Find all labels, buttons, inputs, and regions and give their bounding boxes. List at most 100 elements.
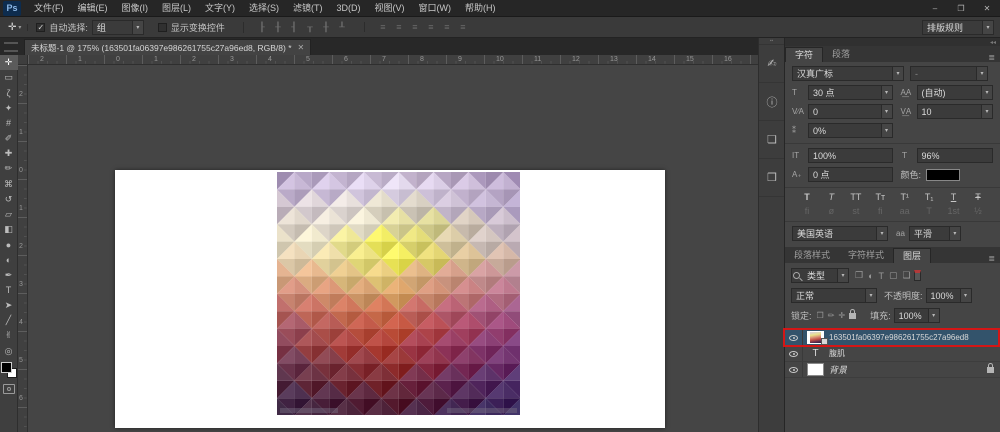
diamond-pattern-image[interactable] bbox=[277, 172, 520, 415]
font-size-field[interactable]: 30 点 ▾ bbox=[808, 85, 893, 100]
dock-properties-panel-icon[interactable]: ❏ bbox=[759, 121, 785, 159]
type-style-button-5[interactable]: T₁ bbox=[919, 192, 939, 202]
close-button[interactable]: ✕ bbox=[974, 1, 1000, 16]
type-style-button-4[interactable]: T¹ bbox=[895, 192, 915, 202]
layer-thumbnail[interactable] bbox=[807, 363, 824, 376]
menu-item-6[interactable]: 滤镜(T) bbox=[286, 0, 330, 16]
layer-visibility-toggle[interactable] bbox=[785, 330, 803, 345]
show-transform-checkbox[interactable] bbox=[158, 23, 167, 32]
document-tab[interactable]: 未标题-1 @ 175% (163501fa06397e986261755c27… bbox=[24, 39, 311, 55]
layer-filter-dropdown[interactable]: 类型 ▾ bbox=[791, 268, 849, 283]
tab-character[interactable]: 字符 bbox=[785, 47, 823, 62]
lock-all-icon[interactable] bbox=[849, 313, 856, 319]
opentype-button-3[interactable]: ﬁ bbox=[870, 206, 890, 216]
align-left-edges-icon[interactable]: ┠ bbox=[254, 22, 270, 33]
distribute-right-icon[interactable]: ≡ bbox=[455, 22, 471, 32]
align-top-edges-icon[interactable]: ┰ bbox=[302, 22, 318, 33]
quick-mask-button[interactable] bbox=[3, 384, 15, 394]
marquee-tool[interactable]: ▭ bbox=[0, 70, 18, 85]
lock-transparency-icon[interactable]: ❒ bbox=[817, 311, 824, 320]
eyedropper-tool[interactable]: ✐ bbox=[0, 131, 18, 146]
layer-visibility-toggle[interactable] bbox=[785, 346, 803, 361]
fill-field[interactable]: 100% ▾ bbox=[894, 308, 940, 323]
align-right-edges-icon[interactable]: ┨ bbox=[286, 22, 302, 33]
menu-item-0[interactable]: 文件(F) bbox=[27, 0, 71, 16]
filter-adjustment-layers-icon[interactable]: ◐ bbox=[868, 271, 873, 281]
lasso-tool[interactable]: ζ bbox=[0, 85, 18, 100]
opentype-button-5[interactable]: T bbox=[919, 206, 939, 216]
type-tool[interactable]: T bbox=[0, 283, 18, 298]
filter-smart-objects-icon[interactable]: ❑ bbox=[903, 270, 911, 281]
opentype-button-7[interactable]: ½ bbox=[968, 206, 988, 216]
type-style-button-7[interactable]: Ŧ bbox=[968, 192, 988, 202]
leading-field[interactable]: (自动) ▾ bbox=[917, 85, 994, 100]
align-vertical-centers-icon[interactable]: ╂ bbox=[318, 22, 334, 33]
layer-visibility-toggle[interactable] bbox=[785, 362, 803, 377]
gradient-tool[interactable]: ◧ bbox=[0, 222, 18, 237]
vertical-scale-field[interactable]: 100% bbox=[808, 148, 893, 163]
auto-select-dropdown[interactable]: 组 ▾ bbox=[92, 20, 144, 35]
menu-item-1[interactable]: 编辑(E) bbox=[71, 0, 115, 16]
brush-tool[interactable]: ✏ bbox=[0, 161, 18, 176]
distribute-bottom-icon[interactable]: ≡ bbox=[407, 22, 423, 32]
canvas-area[interactable]: 2101234567891011121314151617 210123456 bbox=[18, 55, 758, 432]
layer-thumbnail[interactable] bbox=[807, 331, 824, 344]
opacity-field[interactable]: 100% ▾ bbox=[926, 288, 972, 303]
tab-layers[interactable]: 图层 bbox=[893, 248, 931, 263]
lock-paint-icon[interactable]: ✏ bbox=[828, 311, 835, 320]
menu-item-4[interactable]: 文字(Y) bbox=[198, 0, 242, 16]
quick-selection-tool[interactable]: ✦ bbox=[0, 101, 18, 116]
path-selection-tool[interactable]: ➤ bbox=[0, 298, 18, 313]
menu-item-5[interactable]: 选择(S) bbox=[242, 0, 286, 16]
pen-tool[interactable]: ✒ bbox=[0, 268, 18, 283]
opentype-button-1[interactable]: ø bbox=[821, 206, 841, 216]
align-horizontal-centers-icon[interactable]: ╂ bbox=[270, 22, 286, 33]
dock-info-panel-icon[interactable]: ⓘ bbox=[759, 83, 785, 121]
dock-brush-presets-panel-icon[interactable]: ✍ bbox=[759, 45, 785, 83]
type-style-button-2[interactable]: TT bbox=[846, 192, 866, 202]
menu-item-7[interactable]: 3D(D) bbox=[330, 0, 368, 16]
font-family-dropdown[interactable]: 汉真广标 ▾ bbox=[792, 66, 904, 81]
filter-pixel-layers-icon[interactable]: ❒ bbox=[855, 270, 863, 281]
language-dropdown[interactable]: 美国英语 ▾ bbox=[792, 226, 888, 241]
menu-item-10[interactable]: 帮助(H) bbox=[458, 0, 503, 16]
distribute-left-icon[interactable]: ≡ bbox=[423, 22, 439, 32]
text-color-swatch[interactable] bbox=[926, 169, 960, 181]
filter-shape-layers-icon[interactable]: ▢ bbox=[889, 270, 898, 281]
type-style-button-3[interactable]: Tт bbox=[870, 192, 890, 202]
menu-item-3[interactable]: 图层(L) bbox=[155, 0, 198, 16]
type-style-button-6[interactable]: T bbox=[944, 192, 964, 202]
distribute-vertical-centers-icon[interactable]: ≡ bbox=[391, 22, 407, 32]
tracking-field[interactable]: 10 ▾ bbox=[917, 104, 994, 119]
kerning-field[interactable]: 0 ▾ bbox=[808, 104, 893, 119]
layer-row-0[interactable]: 163501fa06397e986261755c27a96ed8 bbox=[785, 330, 1000, 346]
clone-stamp-tool[interactable]: ⌘ bbox=[0, 177, 18, 192]
collapse-panels-icon[interactable]: ◂◂ bbox=[990, 39, 996, 46]
workspace-dropdown[interactable]: 排版规则 ▾ bbox=[922, 20, 994, 35]
tab-close-icon[interactable]: ✕ bbox=[298, 43, 305, 52]
dodge-tool[interactable]: ◐ bbox=[0, 252, 18, 267]
type-style-button-0[interactable]: T bbox=[797, 192, 817, 202]
opentype-button-4[interactable]: aa bbox=[895, 206, 915, 216]
type-style-button-1[interactable]: T bbox=[821, 192, 841, 202]
filter-toggle-switch[interactable] bbox=[914, 270, 921, 281]
blur-tool[interactable]: ● bbox=[0, 237, 18, 252]
opentype-button-2[interactable]: st bbox=[846, 206, 866, 216]
auto-select-checkbox[interactable]: ✓ bbox=[36, 23, 45, 32]
tab-paragraph[interactable]: 段落 bbox=[823, 47, 859, 62]
hand-tool[interactable]: ✌ bbox=[0, 328, 18, 343]
foreground-color-swatch[interactable] bbox=[1, 362, 12, 373]
panel-menu-icon[interactable]: ≣ bbox=[983, 53, 1000, 62]
menu-item-8[interactable]: 视图(V) bbox=[368, 0, 412, 16]
restore-button[interactable]: ❐ bbox=[948, 1, 974, 16]
blend-mode-dropdown[interactable]: 正常 ▾ bbox=[791, 288, 877, 303]
dock-grip-icon[interactable]: ▪▪ bbox=[759, 38, 784, 45]
proportional-spacing-field[interactable]: 0% ▾ bbox=[808, 123, 893, 138]
horizontal-scale-field[interactable]: 96% bbox=[917, 148, 994, 163]
distribute-top-icon[interactable]: ≡ bbox=[375, 22, 391, 32]
filter-type-layers-icon[interactable]: T bbox=[879, 271, 885, 281]
baseline-shift-field[interactable]: 0 点 bbox=[808, 167, 893, 182]
crop-tool[interactable]: # bbox=[0, 116, 18, 131]
layer-row-2[interactable]: 背景 bbox=[785, 362, 1000, 378]
tab-paragraph-styles[interactable]: 段落样式 bbox=[785, 248, 839, 263]
